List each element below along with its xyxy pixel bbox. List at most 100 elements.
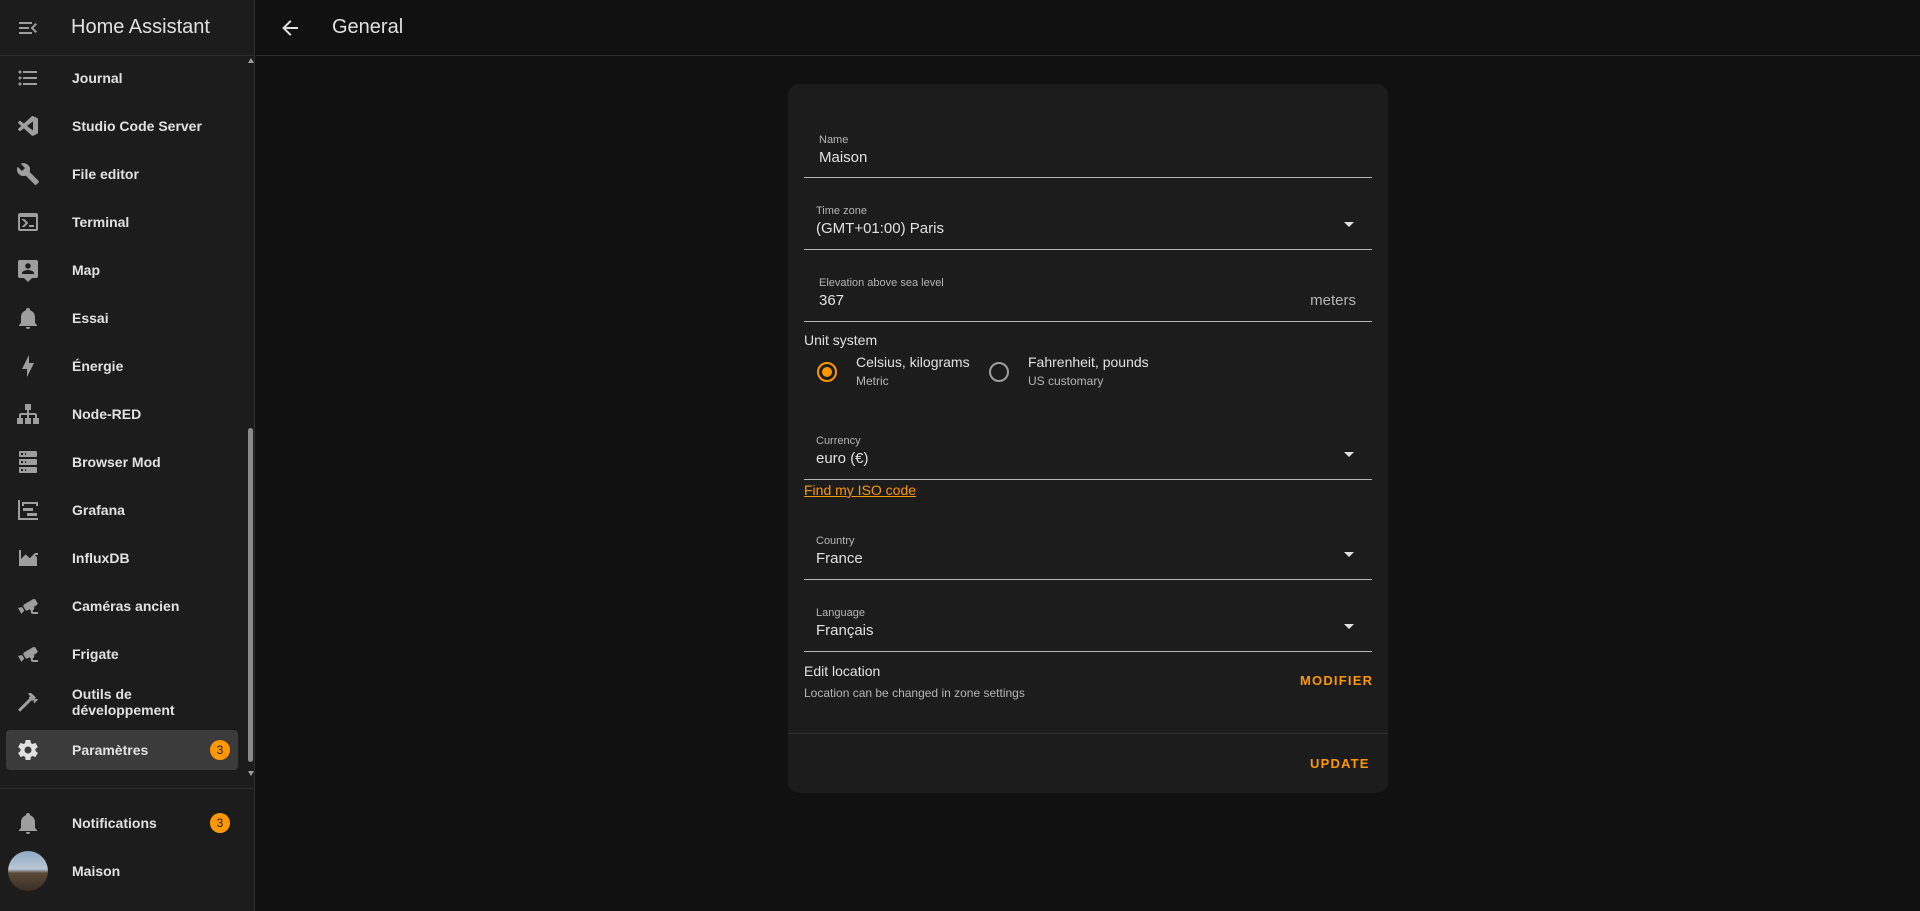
- sidebar-item-essai[interactable]: Essai: [6, 298, 238, 338]
- sidebar-item-parametres[interactable]: Paramètres 3: [6, 730, 238, 770]
- scroll-down-arrow-icon[interactable]: [248, 771, 254, 776]
- chevron-down-icon: [1344, 222, 1354, 227]
- chevron-down-icon: [1344, 552, 1354, 557]
- country-select[interactable]: Country France: [804, 527, 1372, 580]
- sidebar-list: Journal Studio Code Server File editor T…: [0, 58, 246, 774]
- currency-label: Currency: [816, 435, 861, 447]
- sidebar-item-journal[interactable]: Journal: [6, 58, 238, 98]
- sidebar-item-label: Browser Mod: [72, 454, 161, 470]
- menu-toggle-button[interactable]: [0, 0, 56, 56]
- scroll-up-arrow-icon[interactable]: [248, 58, 254, 63]
- sidebar-item-label: Terminal: [72, 214, 130, 230]
- sidebar-item-label: Journal: [72, 70, 123, 86]
- topbar: General: [256, 0, 1920, 56]
- sidebar-item-label: Notifications: [72, 815, 157, 831]
- metric-option-sub: Metric: [856, 374, 889, 388]
- hammer-icon: [17, 692, 38, 712]
- sidebar-item-browser-mod[interactable]: Browser Mod: [6, 442, 238, 482]
- currency-select[interactable]: Currency euro (€): [804, 427, 1372, 480]
- sidebar-item-map[interactable]: Map: [6, 250, 238, 290]
- sidebar-item-label: Paramètres: [72, 742, 149, 758]
- page-title: General: [332, 16, 404, 38]
- timezone-value: (GMT+01:00) Paris: [816, 220, 944, 237]
- find-iso-code-link[interactable]: Find my ISO code: [804, 482, 916, 498]
- sidebar-item-label: Frigate: [72, 646, 119, 662]
- sidebar-header: Home Assistant: [0, 0, 254, 56]
- sidebar-item-notifications[interactable]: Notifications 3: [6, 803, 238, 843]
- language-label: Language: [816, 607, 865, 619]
- cog-icon: [18, 740, 38, 760]
- cctv-icon: [18, 598, 38, 614]
- unit-system-radio-group: Celsius, kilograms Metric Fahrenheit, po…: [804, 352, 1372, 396]
- sidebar-item-label: Studio Code Server: [72, 118, 202, 134]
- sidebar-item-label: Map: [72, 262, 100, 278]
- timezone-select[interactable]: Time zone (GMT+01:00) Paris: [804, 197, 1372, 250]
- card-actions-divider: [788, 733, 1388, 734]
- sidebar-item-label: Grafana: [72, 502, 125, 518]
- sidebar-item-file-editor[interactable]: File editor: [6, 154, 238, 194]
- name-label: Name: [819, 134, 849, 146]
- main-content: Name Maison Time zone (GMT+01:00) Paris …: [256, 57, 1920, 911]
- general-settings-card: Name Maison Time zone (GMT+01:00) Paris …: [788, 84, 1388, 793]
- sidebar-item-label: Énergie: [72, 358, 124, 374]
- bell-icon: [19, 813, 37, 834]
- sidebar-divider: [0, 788, 255, 789]
- currency-value: euro (€): [816, 450, 869, 467]
- metric-radio[interactable]: [817, 362, 837, 382]
- lightning-bolt-icon: [22, 355, 34, 377]
- chart-timeline-icon: [18, 500, 38, 520]
- sidebar-item-energie[interactable]: Énergie: [6, 346, 238, 386]
- name-field[interactable]: Name Maison: [804, 124, 1372, 178]
- sidebar-item-terminal[interactable]: Terminal: [6, 202, 238, 242]
- notification-badge: 3: [210, 813, 230, 833]
- sidebar-item-cameras-ancien[interactable]: Caméras ancien: [6, 586, 238, 626]
- sidebar-item-node-red[interactable]: Node-RED: [6, 394, 238, 434]
- arrow-left-icon: [282, 19, 298, 36]
- update-button[interactable]: Update: [1310, 756, 1370, 771]
- country-value: France: [816, 550, 863, 567]
- sidebar-item-frigate[interactable]: Frigate: [6, 634, 238, 674]
- name-input[interactable]: Maison: [819, 149, 867, 166]
- country-label: Country: [816, 535, 855, 547]
- avatar: [8, 851, 48, 891]
- chart-areaspline-icon: [19, 550, 38, 566]
- back-button[interactable]: [262, 0, 318, 56]
- sidebar-item-label: InfluxDB: [72, 550, 130, 566]
- metric-option-label: Celsius, kilograms: [856, 354, 970, 370]
- sidebar-item-outils-de-developpement[interactable]: Outils de développement: [6, 682, 238, 722]
- chevron-down-icon: [1344, 624, 1354, 629]
- sidebar-item-label: Caméras ancien: [72, 598, 180, 614]
- unit-system-title: Unit system: [804, 332, 878, 348]
- elevation-unit: meters: [1310, 292, 1356, 309]
- us-option-sub: US customary: [1028, 374, 1104, 388]
- bell-icon: [19, 308, 37, 329]
- cctv-icon: [18, 646, 38, 662]
- map-account-icon: [18, 260, 38, 282]
- sidebar-item-label: Node-RED: [72, 406, 142, 422]
- sidebar-item-label: Outils de développement: [71, 686, 175, 718]
- app-title: Home Assistant: [71, 16, 210, 38]
- sidebar-item-influxdb[interactable]: InfluxDB: [6, 538, 238, 578]
- elevation-label: Elevation above sea level: [819, 277, 944, 289]
- sitemap-icon: [17, 404, 39, 424]
- home-assistant-app: Home Assistant Journal Studio Code Serve…: [0, 0, 1920, 911]
- format-list-bulleted-icon: [18, 70, 37, 86]
- us-customary-radio[interactable]: [989, 362, 1009, 382]
- scroll-thumb[interactable]: [248, 428, 253, 762]
- edit-location-title: Edit location: [804, 663, 881, 679]
- elevation-field[interactable]: Elevation above sea level 367 meters: [804, 269, 1372, 322]
- language-value: Français: [816, 622, 874, 639]
- us-option-label: Fahrenheit, pounds: [1028, 354, 1149, 370]
- wrench-icon: [16, 163, 39, 185]
- modifier-button[interactable]: Modifier: [1300, 673, 1373, 688]
- language-select[interactable]: Language Français: [804, 599, 1372, 652]
- edit-location-description: Location can be changed in zone settings: [804, 686, 1025, 700]
- sidebar-item-grafana[interactable]: Grafana: [6, 490, 238, 530]
- sidebar-item-studio-code-server[interactable]: Studio Code Server: [6, 106, 238, 146]
- sidebar-scrollbar[interactable]: [246, 56, 255, 778]
- sidebar-item-user[interactable]: Maison: [6, 851, 238, 891]
- sidebar-item-label: Essai: [72, 310, 109, 326]
- elevation-input[interactable]: 367: [819, 292, 844, 309]
- sidebar-item-label: Maison: [72, 863, 121, 879]
- visual-studio-code-icon: [17, 115, 38, 136]
